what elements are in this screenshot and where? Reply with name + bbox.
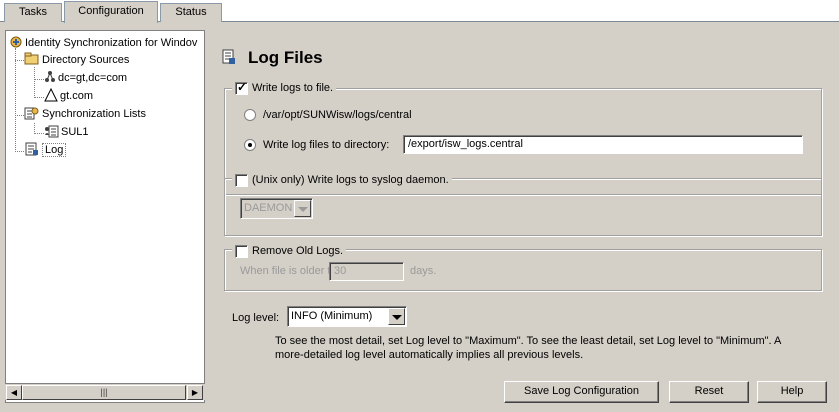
custom-directory-option[interactable]: Write log files to directory: (244, 139, 389, 151)
default-location-option[interactable]: /var/opt/SUNWisw/logs/central (244, 109, 412, 121)
tab-bar: Tasks Configuration Status (0, 0, 839, 23)
chevron-down-icon[interactable] (388, 308, 405, 325)
remove-old-label: Remove Old Logs. (252, 245, 344, 257)
tree-item-root-label: Identity Synchronization for Windov (25, 37, 198, 49)
default-location-label: /var/opt/SUNWisw/logs/central (263, 109, 412, 121)
tree-item-sync-lists[interactable]: Synchronization Lists (24, 106, 146, 123)
reset-button[interactable]: Reset (669, 381, 749, 403)
tree-item-label: gt.com (60, 90, 94, 102)
syslog-legend: (Unix only) Write logs to syslog daemon. (232, 173, 452, 187)
remove-old-legend: Remove Old Logs. (232, 244, 347, 258)
help-button[interactable]: Help (757, 381, 827, 403)
tree-horizontal-scrollbar[interactable]: ◀ ||| ▶ (5, 383, 205, 400)
sync-list-icon (24, 107, 39, 120)
write-to-file-label: Write logs to file. (252, 82, 334, 94)
active-directory-icon (44, 87, 58, 102)
tree-item-log[interactable]: Log (24, 142, 67, 159)
tree-item-label: Log (42, 143, 67, 157)
tab-configuration[interactable]: Configuration (64, 1, 158, 23)
chevron-down-icon (294, 200, 311, 217)
days-input[interactable]: 30 (329, 262, 404, 281)
tree-item-directory-sources[interactable]: Directory Sources (24, 52, 129, 69)
scroll-right-button[interactable]: ▶ (187, 385, 203, 400)
tree-item-sul1[interactable]: SUL1 (44, 124, 89, 141)
tree-item-label: SUL1 (61, 126, 89, 138)
log-level-help-line-1: To see the most detail, set Log level to… (275, 335, 782, 347)
log-level-help-line-2: more-detailed log level automatically im… (275, 349, 584, 361)
tree-item-root[interactable]: Identity Synchronization for Windov (9, 35, 197, 52)
log-level-label: Log level: (232, 312, 280, 324)
days-unit-label: days. (410, 265, 437, 277)
sync-app-icon (10, 36, 22, 48)
custom-directory-radio[interactable] (244, 139, 256, 151)
directory-input[interactable]: /export/isw_logs.central (403, 135, 803, 154)
remove-old-logs-checkbox[interactable] (235, 244, 248, 258)
tree-item-label: Directory Sources (42, 54, 130, 66)
folder-icon (24, 52, 39, 65)
tab-tasks[interactable]: Tasks (4, 3, 62, 22)
page-title: Log Files (248, 48, 323, 67)
log-file-icon (222, 49, 235, 64)
default-location-radio[interactable] (244, 109, 256, 121)
tab-status[interactable]: Status (160, 3, 222, 22)
write-to-file-legend: ✓ Write logs to file. (232, 80, 337, 95)
log-level-select[interactable]: INFO (Minimum) (287, 306, 407, 327)
syslog-facility-value: DAEMON (244, 202, 293, 214)
tree-item-label: dc=gt,dc=com (58, 72, 128, 84)
log-files-panel: Log Files ✓ Write logs to file. /var/opt… (212, 30, 834, 403)
log-level-value: INFO (Minimum) (291, 310, 373, 322)
write-to-file-checkbox[interactable]: ✓ (235, 80, 248, 95)
syslog-checkbox[interactable] (235, 173, 248, 187)
tree-item-label: Synchronization Lists (42, 108, 146, 120)
log-file-icon (25, 142, 38, 156)
syslog-label: (Unix only) Write logs to syslog daemon. (252, 174, 449, 186)
ldap-directory-icon (45, 71, 55, 82)
scroll-left-button[interactable]: ◀ (6, 385, 22, 400)
sync-user-list-icon (45, 125, 59, 138)
scroll-thumb[interactable]: ||| (22, 385, 186, 400)
navigation-tree: Identity Synchronization for Windov Dire… (5, 30, 205, 403)
tree-item-dc-gt-dc-com[interactable]: dc=gt,dc=com (44, 70, 127, 87)
save-log-configuration-button[interactable]: Save Log Configuration (504, 381, 659, 403)
log-level-help: To see the most detail, set Log level to… (275, 334, 830, 362)
tree-item-gt-com[interactable]: gt.com (44, 87, 94, 105)
syslog-facility-select[interactable]: DAEMON (240, 198, 313, 219)
custom-directory-label: Write log files to directory: (263, 139, 390, 151)
